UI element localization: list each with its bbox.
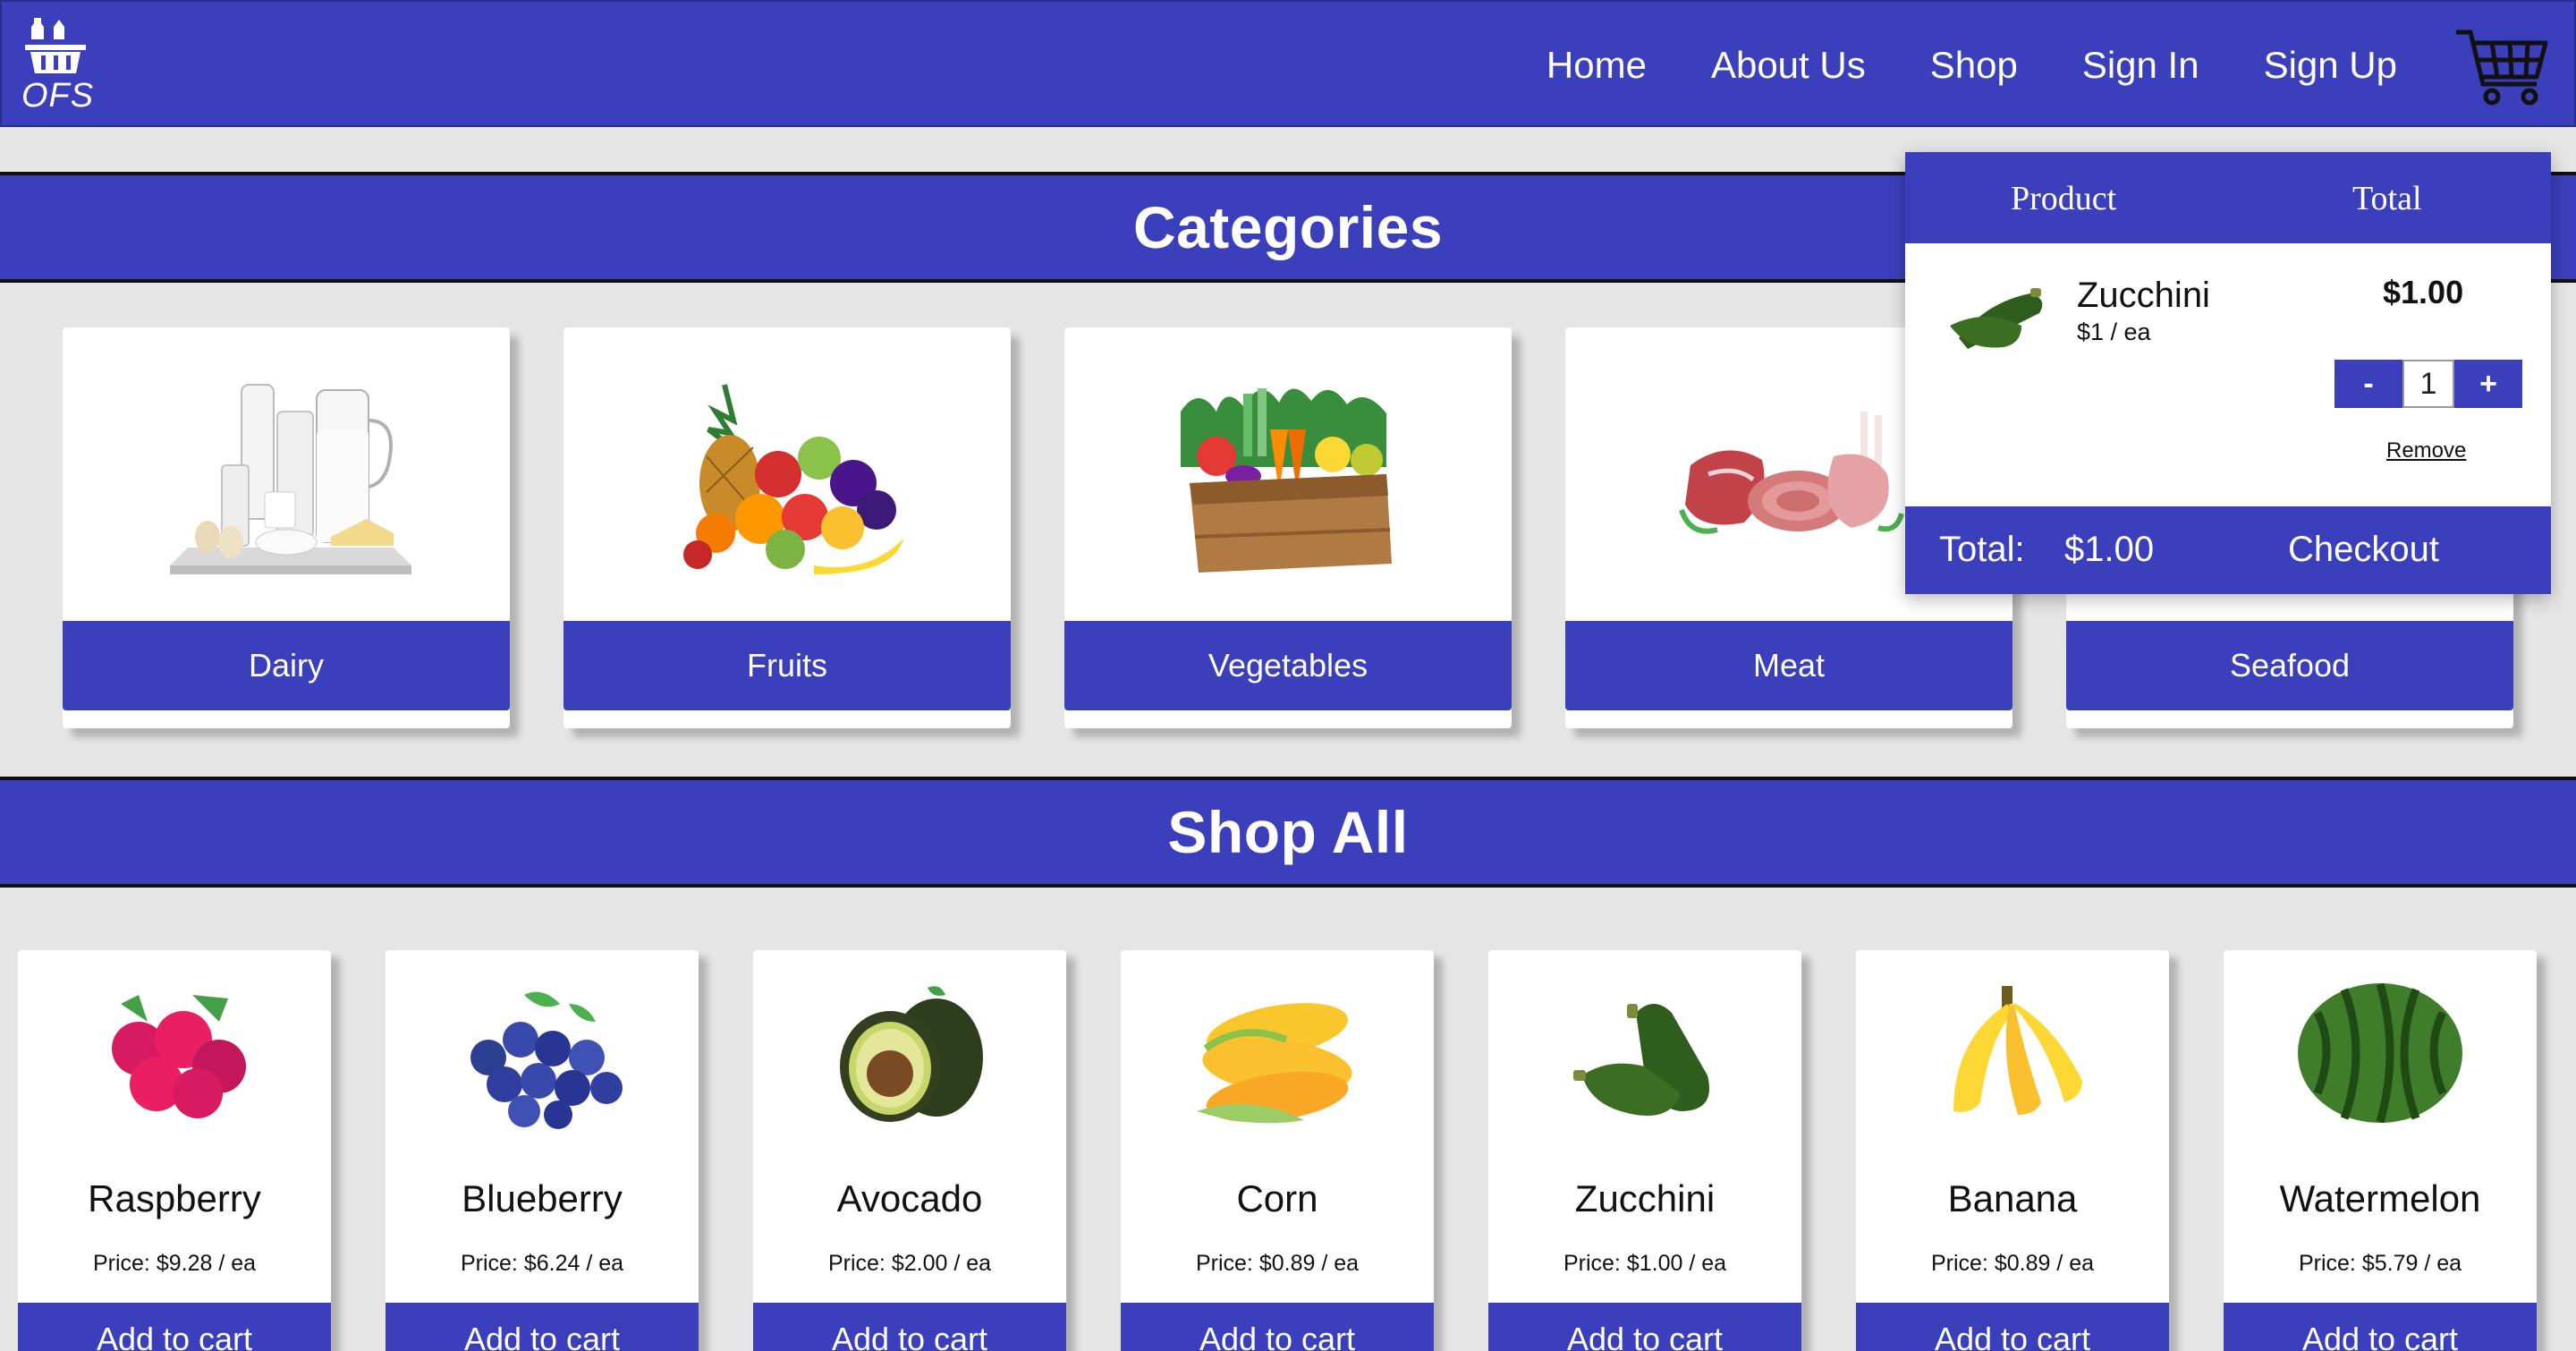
product-price: Price: $1.00 / ea: [1563, 1251, 1727, 1276]
product-price: Price: $2.00 / ea: [827, 1251, 992, 1276]
checkout-button[interactable]: Checkout: [2288, 530, 2439, 570]
add-to-cart-button[interactable]: Add to cart: [1488, 1303, 1801, 1351]
product-name: Watermelon: [2279, 1177, 2481, 1219]
watermelon-image: [2224, 968, 2537, 1138]
banana-image: [1856, 968, 2169, 1138]
product-price: Price: $9.28 / ea: [92, 1251, 257, 1276]
navbar: OFS Home About Us Shop Sign In Sign Up: [0, 0, 2576, 127]
category-card-dairy[interactable]: Dairy: [63, 327, 510, 728]
category-button-meat[interactable]: Meat: [1565, 621, 2012, 710]
product-name: Zucchini: [1574, 1177, 1716, 1219]
cart-dropdown: Product Total Zucchini $1 / ea $1.00 - +…: [1905, 152, 2551, 594]
avocado-image: [753, 968, 1066, 1138]
category-card-vegetables[interactable]: Vegetables: [1064, 327, 1512, 728]
cart-header-product: Product: [2011, 180, 2117, 217]
cart-item-name: Zucchini: [2077, 276, 2210, 315]
product-card-watermelon: Watermelon Price: $5.79 / ea Add to cart: [2224, 950, 2537, 1351]
nav-home[interactable]: Home: [1546, 44, 1647, 87]
add-to-cart-button[interactable]: Add to cart: [1121, 1303, 1434, 1351]
raspberry-image: [18, 968, 331, 1138]
cart-header: Product Total: [1905, 152, 2551, 243]
product-price: Price: $5.79 / ea: [2298, 1251, 2462, 1276]
blueberry-image: [386, 968, 699, 1138]
vegetables-image: [1064, 327, 1512, 621]
dairy-image: [63, 327, 510, 621]
category-button-seafood[interactable]: Seafood: [2066, 621, 2513, 710]
cart-item-unit-price: $1 / ea: [2077, 319, 2151, 345]
logo-text: OFS: [21, 77, 95, 115]
cart-total-value: $1.00: [2064, 530, 2155, 569]
add-to-cart-button[interactable]: Add to cart: [386, 1303, 699, 1351]
cart-header-total: Total: [2352, 180, 2422, 217]
product-name: Blueberry: [462, 1177, 623, 1219]
product-name: Raspberry: [88, 1177, 261, 1219]
product-card-banana: Banana Price: $0.89 / ea Add to cart: [1856, 950, 2169, 1351]
product-name: Avocado: [836, 1177, 983, 1219]
product-card-corn: Corn Price: $0.89 / ea Add to cart: [1121, 950, 1434, 1351]
fruits-image: [564, 327, 1011, 621]
cart-item-zucchini-image: [1941, 276, 2048, 361]
nav-about-us[interactable]: About Us: [1711, 44, 1866, 87]
quantity-increase-button[interactable]: +: [2454, 360, 2522, 408]
remove-item-link[interactable]: Remove: [2386, 438, 2466, 463]
product-card-blueberry: Blueberry Price: $6.24 / ea Add to cart: [386, 950, 699, 1351]
logo[interactable]: OFS: [21, 14, 93, 118]
cart-total-label: Total:: [1939, 530, 2025, 569]
shop-all-header: Shop All: [0, 777, 2576, 888]
category-button-vegetables[interactable]: Vegetables: [1064, 621, 1512, 710]
quantity-decrease-button[interactable]: -: [2334, 360, 2402, 408]
product-price: Price: $0.89 / ea: [1930, 1251, 2095, 1276]
nav-sign-in[interactable]: Sign In: [2082, 44, 2199, 87]
nav-shop[interactable]: Shop: [1930, 44, 2018, 87]
categories-title: Categories: [1132, 194, 1444, 260]
add-to-cart-button[interactable]: Add to cart: [2224, 1303, 2537, 1351]
category-button-dairy[interactable]: Dairy: [63, 621, 510, 710]
product-name: Corn: [1236, 1177, 1318, 1219]
category-button-fruits[interactable]: Fruits: [564, 621, 1011, 710]
corn-image: [1121, 968, 1434, 1138]
product-card-avocado: Avocado Price: $2.00 / ea Add to cart: [753, 950, 1066, 1351]
cart-footer: Total: $1.00 Checkout: [1905, 506, 2551, 594]
nav-links: Home About Us Shop Sign In Sign Up: [1546, 2, 2397, 129]
product-price: Price: $0.89 / ea: [1195, 1251, 1360, 1276]
product-price: Price: $6.24 / ea: [460, 1251, 624, 1276]
add-to-cart-button[interactable]: Add to cart: [18, 1303, 331, 1351]
add-to-cart-button[interactable]: Add to cart: [753, 1303, 1066, 1351]
cart-item-line-total: $1.00: [2383, 274, 2464, 310]
category-card-fruits[interactable]: Fruits: [564, 327, 1011, 728]
nav-sign-up[interactable]: Sign Up: [2264, 44, 2397, 87]
product-card-zucchini: Zucchini Price: $1.00 / ea Add to cart: [1488, 950, 1801, 1351]
basket-logo-icon: [25, 18, 86, 73]
product-name: Banana: [1947, 1177, 2078, 1219]
shop-all-title: Shop All: [1167, 799, 1409, 865]
product-card-raspberry: Raspberry Price: $9.28 / ea Add to cart: [18, 950, 331, 1351]
cart-icon[interactable]: [2454, 25, 2553, 111]
quantity-input[interactable]: [2402, 360, 2454, 408]
zucchini-image: [1488, 968, 1801, 1138]
add-to-cart-button[interactable]: Add to cart: [1856, 1303, 2169, 1351]
